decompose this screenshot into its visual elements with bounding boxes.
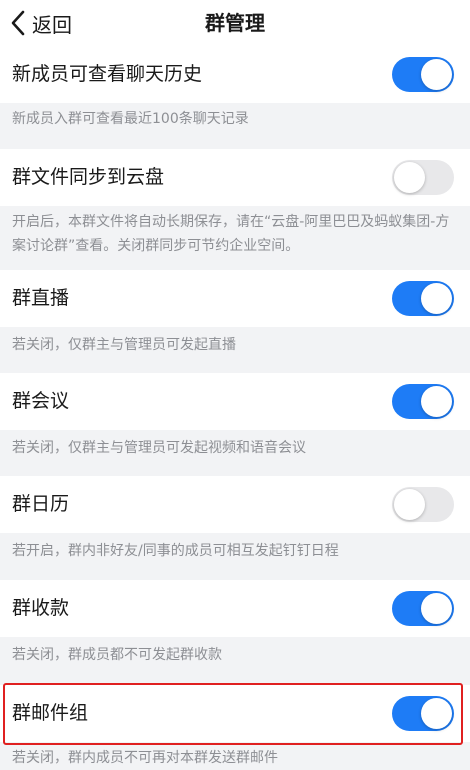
setting-label: 新成员可查看聊天历史: [12, 63, 203, 85]
setting-label: 群日历: [12, 493, 70, 515]
toggle-mail-group[interactable]: [392, 696, 454, 731]
setting-row-live: 群直播: [0, 270, 470, 327]
toggle-knob: [421, 59, 452, 90]
setting-row-meeting: 群会议: [0, 373, 470, 430]
toggle-payment[interactable]: [392, 591, 454, 626]
toggle-calendar[interactable]: [392, 487, 454, 522]
setting-description: 若关闭，群内成员不可再对本群发送群邮件: [12, 750, 278, 766]
setting-row-calendar: 群日历: [0, 476, 470, 533]
setting-row-payment: 群收款: [0, 580, 470, 637]
setting-description: 若关闭，群成员都不可发起群收款: [12, 647, 222, 663]
setting-label: 群收款: [12, 597, 70, 619]
setting-label: 群直播: [12, 287, 70, 309]
setting-row-chat-history: 新成员可查看聊天历史: [0, 46, 470, 103]
toggle-knob: [394, 489, 425, 520]
setting-label: 群邮件组: [12, 702, 89, 724]
toggle-cloud-sync[interactable]: [392, 160, 454, 195]
page-title: 群管理: [205, 11, 265, 35]
setting-description: 若关闭，仅群主与管理员可发起直播: [12, 337, 236, 353]
setting-description: 新成员入群可查看最近100条聊天记录: [12, 111, 249, 127]
setting-row-mail-group: 群邮件组: [0, 685, 470, 742]
toggle-meeting[interactable]: [392, 384, 454, 419]
setting-label: 群会议: [12, 390, 70, 412]
toggle-knob: [421, 593, 452, 624]
setting-row-cloud-sync: 群文件同步到云盘: [0, 149, 470, 206]
toggle-chat-history[interactable]: [392, 57, 454, 92]
setting-label: 群文件同步到云盘: [12, 166, 165, 188]
setting-description: 开启后，本群文件将自动长期保存，请在“云盘-阿里巴巴及蚂蚁集团-方案讨论群”查看…: [12, 214, 450, 254]
setting-description: 若开启，群内非好友/同事的成员可相互发起钉钉日程: [12, 543, 339, 559]
toggle-knob: [421, 386, 452, 417]
toggle-live[interactable]: [392, 281, 454, 316]
toggle-knob: [421, 698, 452, 729]
setting-description: 若关闭，仅群主与管理员可发起视频和语音会议: [12, 440, 306, 456]
nav-bar: 返回 群管理: [0, 0, 470, 46]
toggle-knob: [421, 283, 452, 314]
toggle-knob: [394, 162, 425, 193]
